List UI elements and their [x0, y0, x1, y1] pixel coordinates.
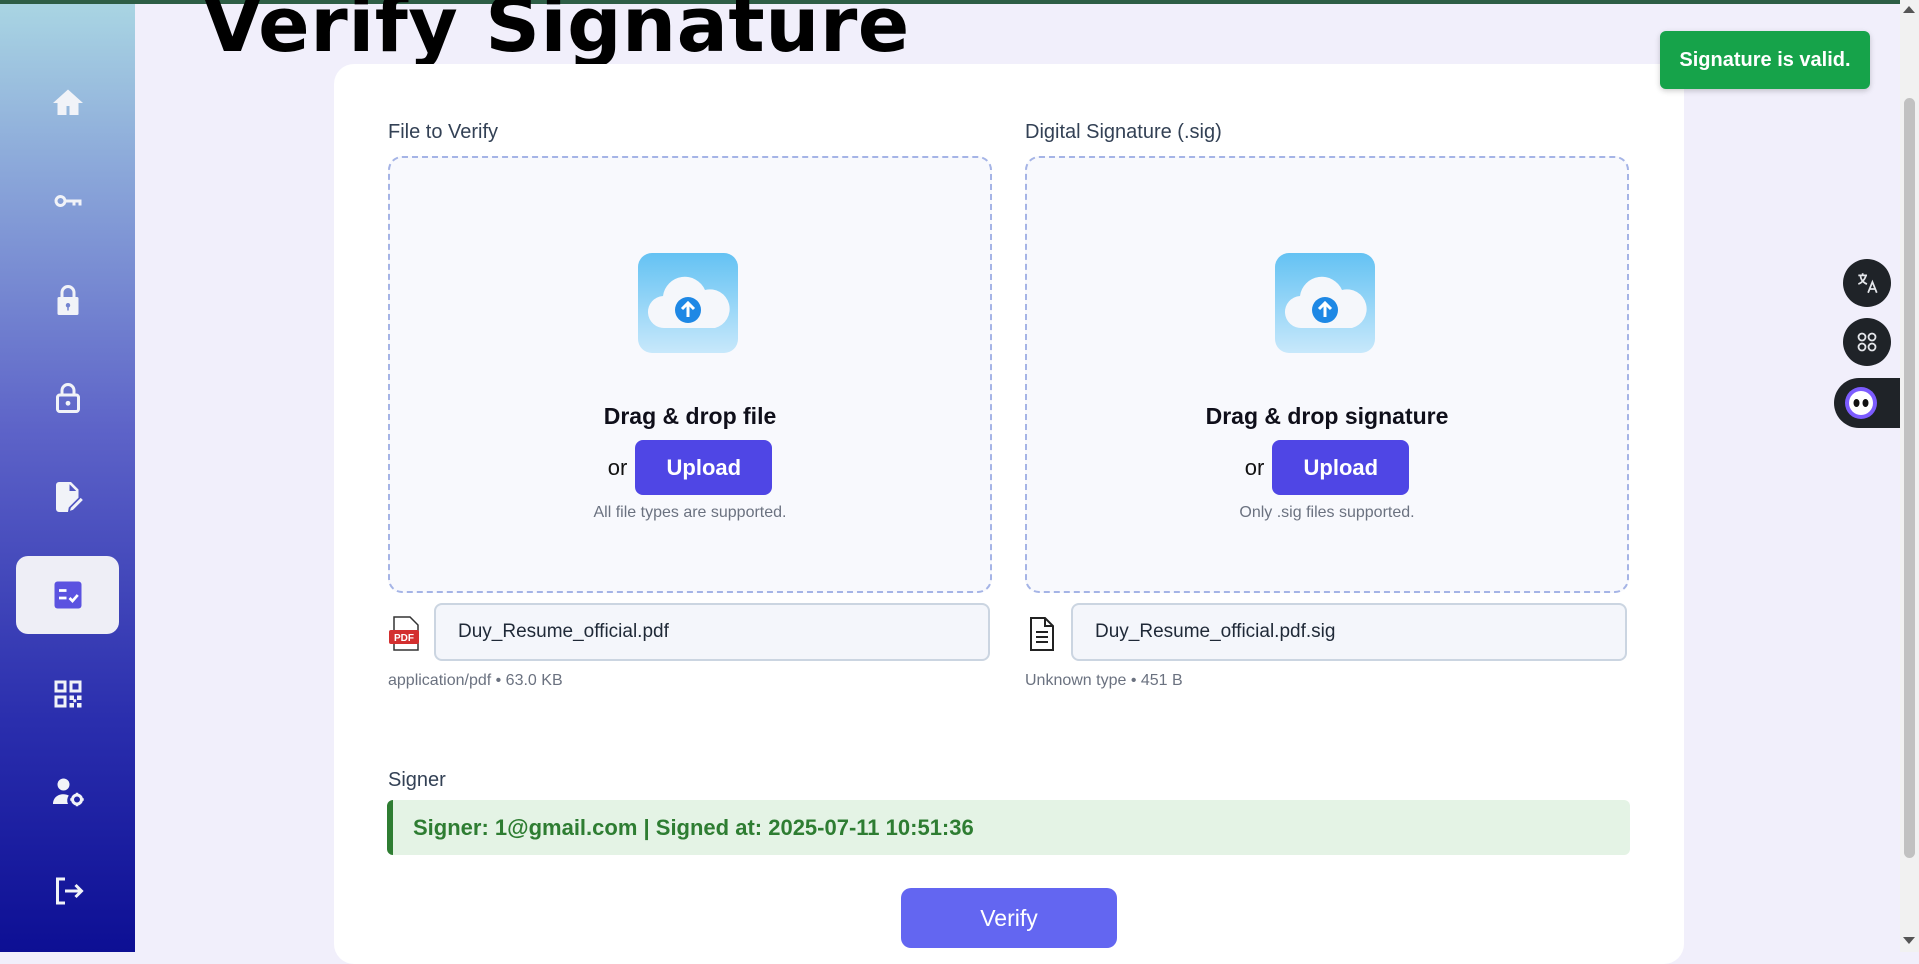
signer-label: Signer: [388, 769, 446, 791]
apps-button[interactable]: [1843, 318, 1891, 366]
file-to-verify-label: File to Verify: [388, 121, 499, 143]
scroll-thumb[interactable]: [1904, 98, 1915, 858]
assistant-tab[interactable]: [1834, 378, 1900, 428]
signature-label: Digital Signature (.sig): [1025, 121, 1222, 143]
page-title: Verify Signature: [203, 0, 910, 69]
file-dropzone-hint: All file types are supported.: [593, 504, 787, 521]
signature-meta: Unknown type • 451 B: [1025, 672, 1183, 689]
document-file-icon: [1025, 616, 1059, 652]
signature-dropzone[interactable]: Drag & drop signature or Upload Only .si…: [1025, 156, 1629, 593]
cloud-upload-icon: [638, 253, 738, 353]
svg-text:PDF: PDF: [394, 633, 414, 644]
vertical-scrollbar[interactable]: [1900, 0, 1919, 952]
sidebar-item-verify[interactable]: [16, 556, 119, 634]
signer-info: Signer: 1@gmail.com | Signed at: 2025-07…: [387, 800, 1630, 855]
translate-button[interactable]: [1843, 259, 1891, 307]
sidebar-item-encrypt[interactable]: [16, 261, 119, 339]
or-text: or: [1244, 454, 1265, 480]
signature-dropzone-hint: Only .sig files supported.: [1239, 504, 1415, 521]
signature-name-field[interactable]: Duy_Resume_official.pdf.sig: [1071, 603, 1627, 661]
file-sign-icon: [55, 482, 83, 512]
user-settings-icon: [52, 778, 84, 807]
sidebar-item-qr[interactable]: [16, 655, 119, 733]
file-dropzone-title: Drag & drop file: [603, 403, 777, 429]
logout-icon: [55, 877, 84, 905]
sidebar-item-home[interactable]: [16, 64, 119, 142]
signature-upload-button[interactable]: Upload: [1272, 440, 1410, 495]
verify-button[interactable]: Verify: [901, 888, 1117, 948]
sidebar-item-decrypt[interactable]: [16, 359, 119, 437]
sidebar: [0, 4, 135, 952]
sidebar-item-logout[interactable]: [16, 852, 119, 930]
key-icon: [53, 195, 81, 207]
apps-icon: [1857, 332, 1877, 352]
pdf-file-icon: PDF: [388, 616, 422, 652]
translate-icon: [1858, 273, 1878, 294]
file-dropzone[interactable]: Drag & drop file or Upload All file type…: [388, 156, 992, 593]
file-meta: application/pdf • 63.0 KB: [388, 672, 563, 689]
scroll-down-arrow[interactable]: [1903, 937, 1915, 944]
file-name-field[interactable]: Duy_Resume_official.pdf: [434, 603, 990, 661]
sidebar-item-keys[interactable]: [16, 162, 119, 240]
unlock-icon: [55, 383, 80, 413]
verify-checklist-icon: [54, 581, 81, 609]
qr-code-icon: [54, 680, 81, 708]
scroll-up-arrow[interactable]: [1903, 6, 1915, 13]
sidebar-item-account[interactable]: [16, 753, 119, 831]
signature-dropzone-title: Drag & drop signature: [1205, 403, 1449, 429]
or-text: or: [607, 454, 628, 480]
sidebar-item-sign[interactable]: [16, 458, 119, 536]
assistant-icon: [1845, 387, 1877, 419]
success-toast: Signature is valid.: [1660, 31, 1870, 89]
lock-icon: [57, 285, 78, 315]
file-upload-button[interactable]: Upload: [635, 440, 773, 495]
cloud-upload-icon: [1275, 253, 1375, 353]
home-icon: [52, 89, 83, 115]
